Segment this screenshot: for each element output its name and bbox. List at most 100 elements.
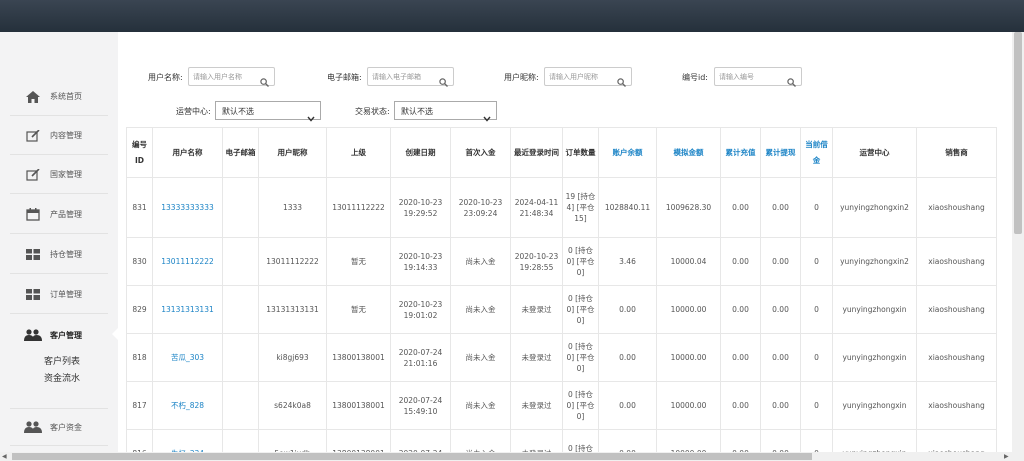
cell-order-count: 0 [持仓0]: [562, 429, 599, 452]
horizontal-scrollbar[interactable]: ◀ ▶: [0, 452, 1024, 461]
table-row: 829 13131313131 13131313131 暂无 2020-10-23 19…: [126, 285, 997, 334]
cell-nickname: s624k0a8: [258, 381, 327, 430]
cell-created: 2020-10-23 19:01:02: [390, 285, 451, 334]
cell-username[interactable]: 13333333333: [152, 177, 223, 238]
col-header-sim-amount[interactable]: 模拟金额: [656, 127, 721, 178]
search-icon[interactable]: [439, 72, 448, 91]
cell-last-login: 2024-04-11 21:48:34: [510, 177, 563, 238]
cell-total-recharge: 0.00: [720, 177, 761, 238]
search-icon[interactable]: [260, 72, 269, 91]
cell-current-loan: 0: [800, 429, 833, 452]
cell-order-count: 19 [持仓4] [平仓15]: [562, 177, 599, 238]
cell-username[interactable]: 13131313131: [152, 285, 223, 334]
main-content: 用户名称: 请输入用户名称 电子邮箱: 请输入电子邮箱 用户昵称: 请输入用户昵…: [118, 32, 1012, 452]
cell-username[interactable]: 不朽_828: [152, 381, 223, 430]
grid-icon: [24, 288, 42, 302]
cell-last-login: 未登录过: [510, 429, 563, 452]
col-header-nickname: 用户昵称: [258, 127, 327, 178]
sidebar-item-orders[interactable]: 订单管理: [10, 276, 108, 314]
cell-username[interactable]: 苦瓜_303: [152, 333, 223, 382]
cell-nickname: 1333: [258, 177, 327, 238]
col-header-created: 创建日期: [390, 127, 451, 178]
col-header-last-login: 最近登录时间: [510, 127, 563, 178]
username-input[interactable]: 请输入用户名称: [188, 67, 275, 87]
trade-status-label: 交易状态:: [355, 107, 390, 116]
sidebar-item-label: 系统首页: [50, 92, 82, 101]
customer-table: 编号ID 用户名称 电子邮箱 用户昵称 上级 创建日期 首次入金 最近登录时间 …: [126, 127, 997, 452]
cell-seller: xiaoshoushang: [916, 237, 997, 286]
cell-ops-center: yunyingzhongxin: [832, 429, 917, 452]
col-header-total-recharge[interactable]: 累计充值: [720, 127, 761, 178]
cell-seller: xiaoshoushang: [916, 177, 997, 238]
cell-total-withdraw: 0.00: [760, 237, 801, 286]
cell-order-count: 0 [持仓0] [平仓0]: [562, 285, 599, 334]
sidebar-item-home[interactable]: 系统首页: [10, 78, 108, 116]
cell-created: 2020-10-23 19:29:52: [390, 177, 451, 238]
sidebar-item-customer-funds[interactable]: 客户资金: [10, 408, 108, 446]
cell-total-recharge: 0.00: [720, 333, 761, 382]
table-row: 830 13011112222 13011112222 暂无 2020-10-23 19…: [126, 237, 997, 286]
cell-username[interactable]: 朱忆_334: [152, 429, 223, 452]
cell-current-loan: 0: [800, 381, 833, 430]
grid-icon: [24, 248, 42, 262]
table-row: 818 苦瓜_303 ki8gj693 13800138001 2020-07-24 2…: [126, 333, 997, 382]
cell-first-deposit: 尚未入金: [450, 285, 511, 334]
col-header-total-withdraw[interactable]: 累计提现: [760, 127, 801, 178]
trade-status-select[interactable]: 默认不选: [394, 101, 497, 122]
calendar-icon: [24, 208, 42, 222]
table-row: 831 13333333333 1333 13011112222 2020-10-23 …: [126, 177, 997, 238]
home-icon: [24, 90, 42, 104]
col-header-ops-center: 运营中心: [832, 127, 917, 178]
cell-ops-center: yunyingzhongxin: [832, 333, 917, 382]
cell-email: [222, 237, 259, 286]
sidebar-item-content[interactable]: 内容管理: [10, 117, 108, 155]
scroll-right-icon[interactable]: ▶: [1004, 453, 1009, 460]
cell-nickname: 13011112222: [258, 237, 327, 286]
cell-first-deposit: 尚未入金: [450, 429, 511, 452]
id-label: 编号id:: [682, 73, 708, 82]
cell-parent: 暂无: [326, 285, 391, 334]
cell-total-withdraw: 0.00: [760, 429, 801, 452]
cell-total-withdraw: 0.00: [760, 285, 801, 334]
vertical-scrollbar[interactable]: [1012, 32, 1024, 452]
users-icon: [24, 420, 42, 434]
cell-total-recharge: 0.00: [720, 285, 761, 334]
col-header-current-loan[interactable]: 当前借金: [800, 127, 833, 178]
col-header-balance[interactable]: 账户余额: [598, 127, 657, 178]
submenu-fund-flow[interactable]: 资金流水: [44, 371, 80, 387]
users-icon: [24, 328, 42, 342]
sidebar-item-customers[interactable]: 客户管理: [10, 316, 108, 354]
edit-icon: [24, 168, 42, 182]
col-header-id[interactable]: 编号ID: [126, 127, 153, 178]
col-header-first-deposit: 首次入金: [450, 127, 511, 178]
cell-last-login: 未登录过: [510, 285, 563, 334]
search-icon[interactable]: [617, 72, 626, 91]
cell-username[interactable]: 13011112222: [152, 237, 223, 286]
cell-parent: 13800138001: [326, 333, 391, 382]
sidebar-item-products[interactable]: 产品管理: [10, 196, 108, 234]
cell-last-login: 2020-10-23 19:28:55: [510, 237, 563, 286]
col-header-username: 用户名称: [152, 127, 223, 178]
nickname-label: 用户昵称:: [504, 73, 539, 82]
col-header-seller: 销售商: [916, 127, 997, 178]
horizontal-scrollbar-thumb[interactable]: [12, 453, 812, 460]
scroll-left-icon[interactable]: ◀: [2, 453, 7, 460]
cell-total-recharge: 0.00: [720, 429, 761, 452]
cell-balance: 0.00: [598, 381, 657, 430]
ops-center-select[interactable]: 默认不选: [215, 101, 321, 122]
search-icon[interactable]: [787, 72, 796, 91]
nickname-input[interactable]: 请输入用户昵称: [544, 67, 632, 87]
vertical-scrollbar-thumb[interactable]: [1014, 32, 1022, 234]
sidebar-item-country[interactable]: 国家管理: [10, 156, 108, 194]
edit-icon: [24, 129, 42, 143]
chevron-down-icon: [307, 107, 315, 126]
sidebar-item-label: 国家管理: [50, 170, 82, 179]
cell-id: 818: [126, 333, 153, 382]
submenu-customer-list[interactable]: 客户列表: [44, 354, 80, 370]
id-input[interactable]: 请输入编号: [714, 67, 802, 87]
email-input[interactable]: 请输入电子邮箱: [367, 67, 454, 87]
cell-total-withdraw: 0.00: [760, 333, 801, 382]
cell-nickname: ki8gj693: [258, 333, 327, 382]
sidebar-item-positions[interactable]: 持仓管理: [10, 236, 108, 274]
cell-current-loan: 0: [800, 237, 833, 286]
